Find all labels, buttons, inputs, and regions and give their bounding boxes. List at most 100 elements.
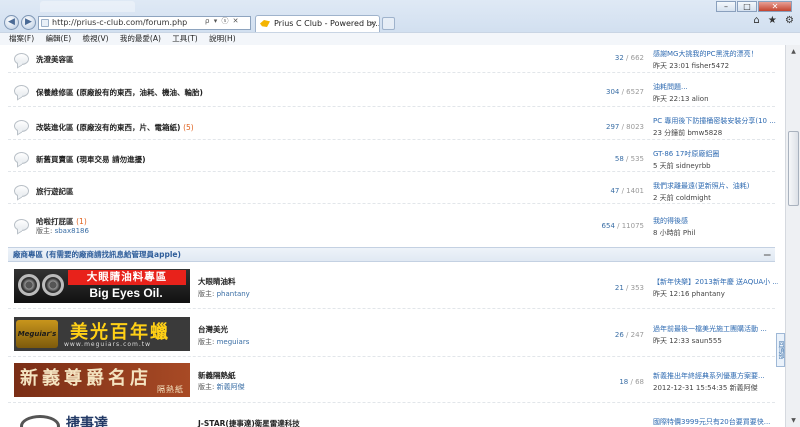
star-icon[interactable]: ★ xyxy=(768,15,777,26)
vendor-row: Meguiar's 美光百年蠟 www.meguiars.com.tw 台灣美光… xyxy=(8,309,775,357)
last-post-title[interactable]: 油耗問題... xyxy=(653,82,778,92)
moderator-line: 版主: meguiars xyxy=(198,338,250,346)
last-post-title[interactable]: 過年前最後一檔美光施工團購活動 ... xyxy=(653,324,778,334)
compat-icon[interactable]: ⓢ xyxy=(221,17,228,25)
category-title[interactable]: 廠商專區 (有需要的廠商請找訊息給管理員apple) xyxy=(13,250,181,259)
banner-text: 大眼睛油料專區 xyxy=(68,270,186,285)
forum-title[interactable]: 洗澄美容區 xyxy=(36,54,74,65)
navigation-row: ◀ ▶ http://prius-c-club.com/forum.php ρ … xyxy=(0,13,800,32)
forum-title[interactable]: 保養維修區 (原廠設有的東西，油耗、機油、輪胎) xyxy=(36,87,203,98)
banner-text: Big Eyes Oil. xyxy=(89,286,163,300)
moderator-link[interactable]: 新義阿傑 xyxy=(217,383,245,391)
banner-text: 新義尊爵名店 xyxy=(20,368,152,389)
last-post-title[interactable]: GT-86 17吋原廠鋁圈 xyxy=(653,149,778,159)
vendor-banner-jstar[interactable]: 捷事達 xyxy=(14,411,190,427)
forum-row: 洗澄美容區 32 / 662 感謝MG大挑我的PC黑洗的漂亮！ 昨天 23:01… xyxy=(8,45,775,73)
moderator-line: 版主: sbax8186 xyxy=(36,227,89,235)
last-post-title[interactable]: 國際特價3999元只有20台要買要快... xyxy=(653,417,778,427)
forum-counts: 58 / 535 xyxy=(614,155,644,163)
address-tools: ρ ▾ ⓢ ✕ xyxy=(205,16,241,26)
vendor-row: 捷事達 J-STAR(捷事達)衛星雷達科技 國際特價3999元只有20台要買要快… xyxy=(8,403,775,427)
last-post: 過年前最後一檔美光施工團購活動 ... 昨天 12:33 saun555 xyxy=(653,324,778,346)
category-header[interactable]: 廠商專區 (有需要的廠商請找訊息給管理員apple) — xyxy=(8,247,775,262)
forum-title[interactable]: 台灣美光 xyxy=(198,324,228,335)
gear-icon[interactable]: ⚙ xyxy=(785,15,794,26)
menu-favorites[interactable]: 我的最愛(A) xyxy=(120,33,161,45)
moderator-link[interactable]: sbax8186 xyxy=(55,227,89,235)
vendor-banner-meguiars[interactable]: Meguiar's 美光百年蠟 www.meguiars.com.tw xyxy=(14,317,190,351)
last-post-meta: 昨天 22:13 alion xyxy=(653,95,709,103)
menu-edit[interactable]: 編輯(E) xyxy=(46,33,72,45)
dropdown-icon[interactable]: ▾ xyxy=(214,17,218,25)
last-post-meta: 昨天 23:01 fisher5472 xyxy=(653,62,730,70)
last-post-title[interactable]: 我的得後感 xyxy=(653,216,778,226)
banner-text: 捷事達 xyxy=(66,416,108,427)
scroll-up-arrow-icon[interactable]: ▲ xyxy=(788,46,799,57)
last-post-meta: 昨天 12:33 saun555 xyxy=(653,337,722,345)
menu-bar: 檔案(F) 編輯(E) 檢視(V) 我的最愛(A) 工具(T) 說明(H) xyxy=(0,32,800,45)
collapse-icon[interactable]: — xyxy=(764,248,772,261)
meguiars-logo: Meguiar's xyxy=(16,320,58,348)
forum-title[interactable]: 改裝進化區 (原廠沒有的東西，片、電箱紙) (5) xyxy=(36,122,194,133)
last-post-title[interactable]: PC 專用後下防撞桶密裝安裝分享(10 ... xyxy=(653,116,778,126)
banner-text: 隔熱紙 xyxy=(157,385,184,394)
stop-icon[interactable]: ✕ xyxy=(233,17,239,25)
vendor-row: 新義尊爵名店 隔熱紙 新義隔熱紙 版主: 新義阿傑 18 / 68 新義推出年終… xyxy=(8,357,775,403)
forum-status-icon xyxy=(14,219,29,231)
new-tab-button[interactable] xyxy=(382,17,395,30)
favicon-icon xyxy=(260,20,270,27)
banner-url: www.meguiars.com.tw xyxy=(64,341,152,348)
forum-title[interactable]: 新舊買賣區 (現車交易 請勿進擾) xyxy=(36,154,146,165)
vendor-row: 大眼睛油料專區 Big Eyes Oil. 大眼睛油料 版主: phantany… xyxy=(8,263,778,309)
tab-close-icon[interactable]: × xyxy=(369,16,376,31)
forum-title[interactable]: 大眼睛油料 xyxy=(198,276,236,287)
vendor-banner-xinyi[interactable]: 新義尊爵名店 隔熱紙 xyxy=(14,363,190,397)
menu-file[interactable]: 檔案(F) xyxy=(9,33,34,45)
address-url: http://prius-c-club.com/forum.php xyxy=(52,18,188,27)
last-post: PC 專用後下防撞桶密裝安裝分享(10 ... 23 分鐘前 bmw5828 xyxy=(653,116,778,138)
forum-status-icon xyxy=(14,185,29,197)
scrollbar-thumb[interactable] xyxy=(788,131,799,206)
last-post: 我們求離最遠(更新照片、油耗) 2 天前 coldmight xyxy=(653,181,778,203)
last-post-meta: 5 天前 sidneyrbb xyxy=(653,162,711,170)
last-post-title[interactable]: 感謝MG大挑我的PC黑洗的漂亮！ xyxy=(653,49,778,59)
maximize-button[interactable]: □ xyxy=(737,1,757,12)
vertical-scrollbar[interactable]: ▲ ▼ xyxy=(785,45,800,427)
last-post-title[interactable]: 新義推出年終經典系列優惠方案要... xyxy=(653,371,778,381)
forum-page: 洗澄美容區 32 / 662 感謝MG大挑我的PC黑洗的漂亮！ 昨天 23:01… xyxy=(0,45,785,427)
forum-row: 改裝進化區 (原廠沒有的東西，片、電箱紙) (5) 297 / 8023 PC … xyxy=(8,107,778,140)
forum-counts: 297 / 8023 xyxy=(605,123,644,131)
forum-title[interactable]: 新義隔熱紙 xyxy=(198,370,236,381)
menu-help[interactable]: 說明(H) xyxy=(209,33,236,45)
forum-row: 哈啦打屁區 (1) 版主: sbax8186 654 / 11075 我的得後感… xyxy=(8,204,775,240)
tab-prius-c-club[interactable]: Prius C Club - Powered by... × xyxy=(255,15,380,32)
scroll-down-arrow-icon[interactable]: ▼ xyxy=(788,415,799,426)
moderator-link[interactable]: meguiars xyxy=(217,338,250,346)
forward-button[interactable]: ▶ xyxy=(21,15,36,30)
last-post-title[interactable]: 我們求離最遠(更新照片、油耗) xyxy=(653,181,778,191)
forum-title[interactable]: J-STAR(捷事達)衛星雷達科技 xyxy=(198,418,300,427)
forum-row: 新舊買賣區 (現車交易 請勿進擾) 58 / 535 GT-86 17吋原廠鋁圈… xyxy=(8,140,775,172)
home-icon[interactable]: ⌂ xyxy=(753,15,759,26)
last-post-meta: 23 分鐘前 bmw5828 xyxy=(653,129,723,137)
forum-counts: 26 / 247 xyxy=(614,331,644,339)
menu-view[interactable]: 檢視(V) xyxy=(83,33,109,45)
wheel-icon xyxy=(18,274,40,296)
forum-counts: 21 / 353 xyxy=(614,284,644,292)
minimize-button[interactable]: – xyxy=(716,1,736,12)
tab-strip: – □ ✕ xyxy=(0,0,800,14)
last-post-meta: 昨天 12:16 phantany xyxy=(653,290,725,298)
menu-tools[interactable]: 工具(T) xyxy=(172,33,197,45)
back-button[interactable]: ◀ xyxy=(4,15,19,30)
moderator-link[interactable]: phantany xyxy=(217,290,250,298)
background-tab[interactable] xyxy=(40,1,135,12)
forum-status-icon xyxy=(14,53,29,65)
forum-counts: 304 / 6527 xyxy=(605,88,644,96)
vendor-banner-bigeyes[interactable]: 大眼睛油料專區 Big Eyes Oil. xyxy=(14,269,190,303)
back-to-top-tab[interactable]: 回頂部 xyxy=(776,333,785,367)
close-window-button[interactable]: ✕ xyxy=(758,1,792,12)
last-post: 油耗問題... 昨天 22:13 alion xyxy=(653,82,778,104)
search-icon[interactable]: ρ xyxy=(205,17,209,25)
last-post-title[interactable]: 【新年快樂】2013新年慶 送AQUA小 ... xyxy=(653,277,778,287)
forum-title[interactable]: 旅行遊記區 xyxy=(36,186,74,197)
